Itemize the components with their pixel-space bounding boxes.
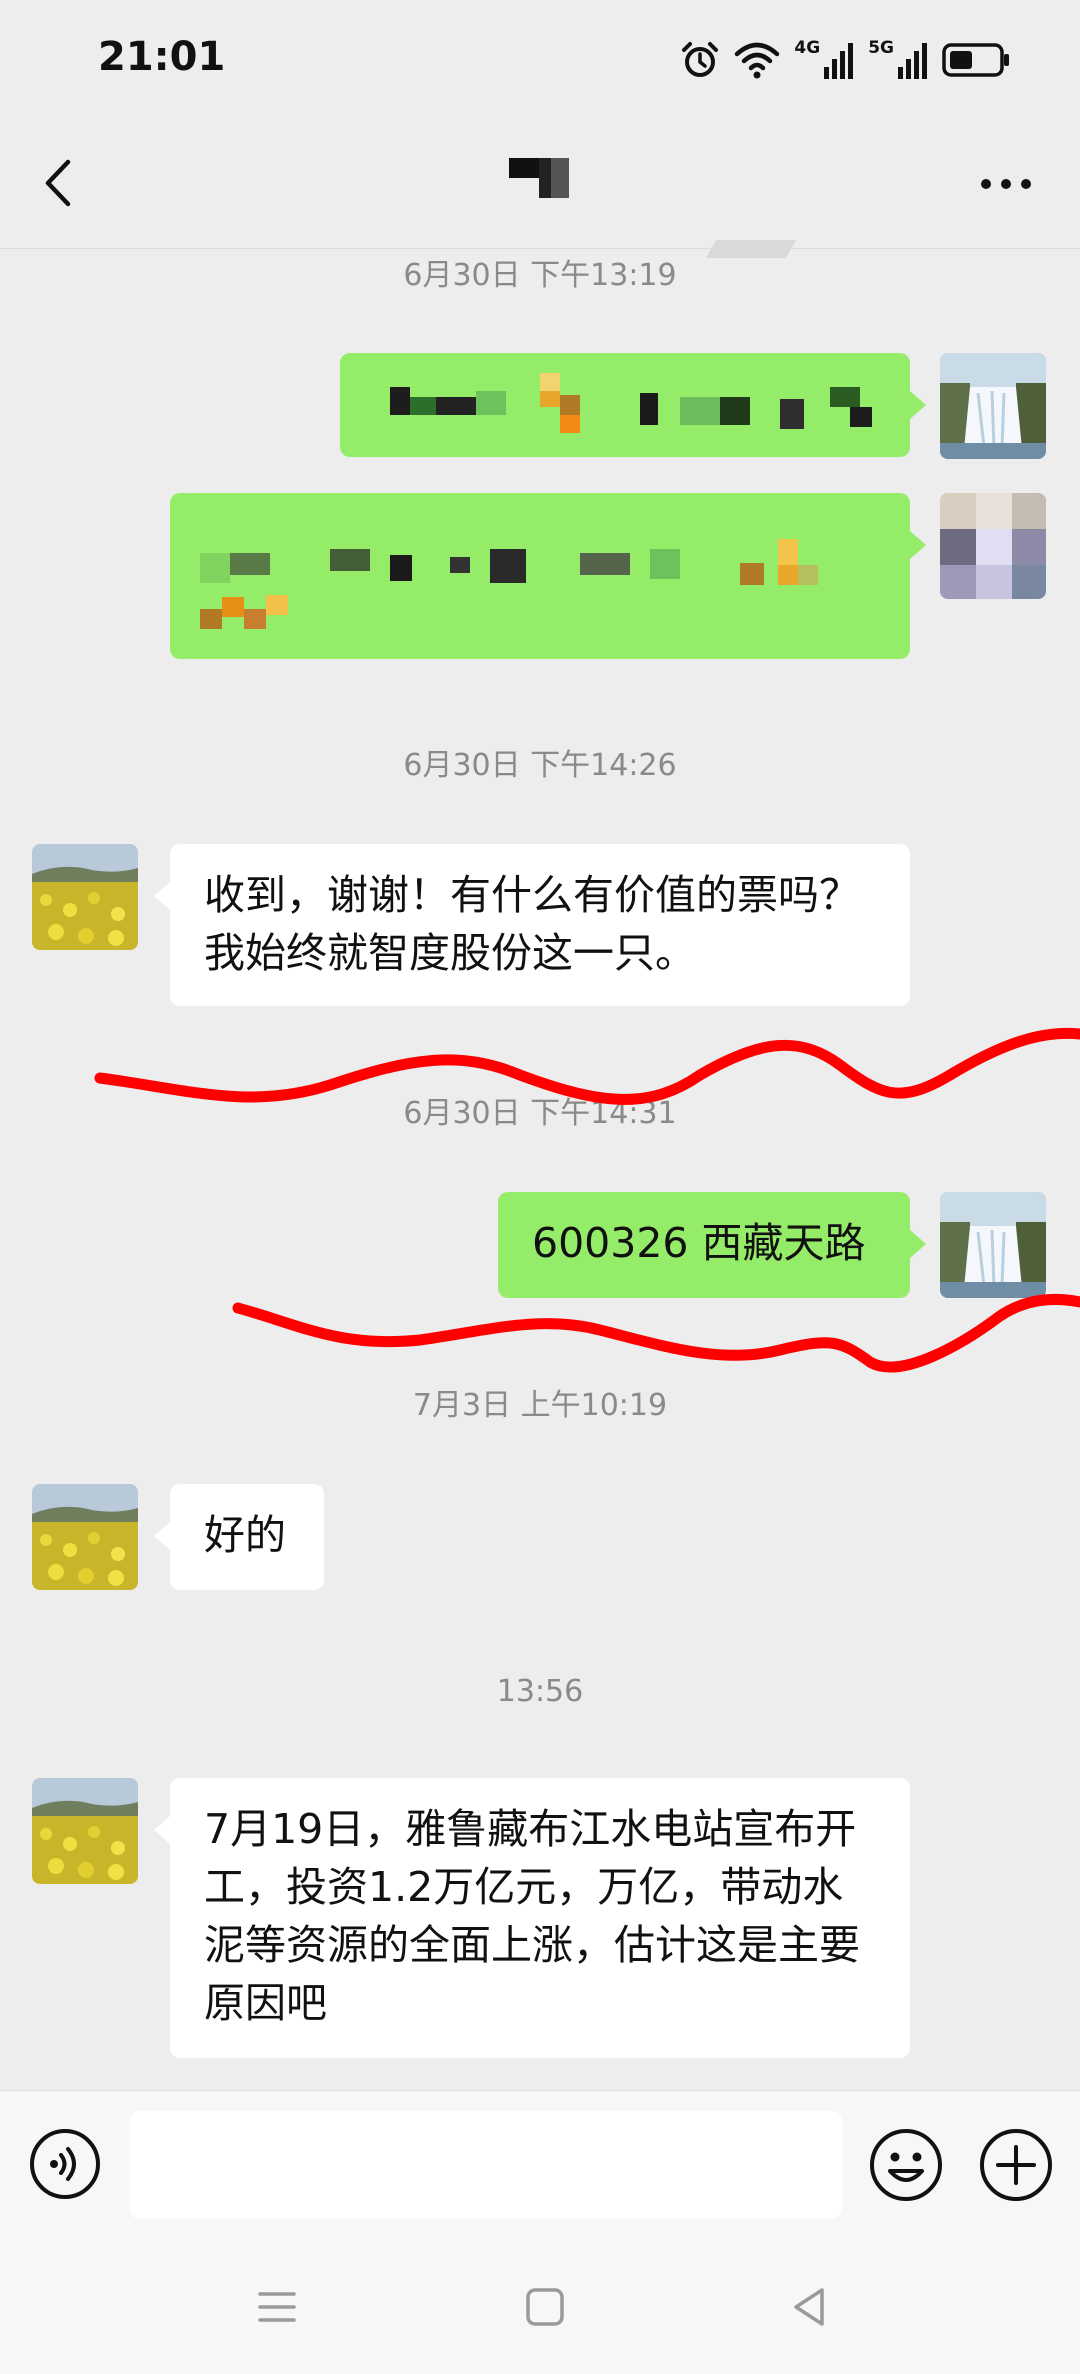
signal-5g-icon bbox=[898, 41, 928, 79]
bubble-tail bbox=[154, 882, 170, 910]
flower-field-avatar-image bbox=[32, 1484, 138, 1590]
status-bar: 21:01 4G 5G bbox=[0, 0, 1080, 120]
my-avatar[interactable] bbox=[940, 1192, 1046, 1298]
bubble-tail bbox=[154, 1816, 170, 1844]
message-time: 6月30日 下午14:26 bbox=[403, 748, 677, 783]
message-text: 好的 bbox=[204, 1511, 286, 1559]
emoji-icon bbox=[870, 2129, 942, 2201]
home-button[interactable] bbox=[524, 2286, 566, 2332]
message-time: 7月3日 上午10:19 bbox=[412, 1388, 668, 1423]
bubble-tail bbox=[910, 391, 926, 419]
outgoing-message-bubble[interactable] bbox=[340, 353, 910, 457]
outgoing-message-bubble[interactable]: 600326 西藏天路 bbox=[498, 1192, 910, 1298]
signal-4g-icon bbox=[824, 41, 854, 79]
red-annotation-line-lower bbox=[232, 1293, 1080, 1373]
battery-icon bbox=[942, 42, 1010, 78]
incoming-message-bubble[interactable]: 好的 bbox=[170, 1484, 324, 1590]
bubble-tail bbox=[910, 531, 926, 559]
incoming-message-bubble[interactable]: 7月19日，雅鲁藏布江水电站宣布开工，投资1.2万亿元，万亿，带动水泥等资源的全… bbox=[170, 1778, 910, 2058]
home-square-icon bbox=[526, 2288, 564, 2326]
bubble-tail bbox=[910, 1230, 926, 1258]
voice-icon bbox=[30, 2129, 100, 2199]
voice-button[interactable] bbox=[28, 2127, 102, 2201]
status-icons: 4G 5G bbox=[680, 36, 1010, 84]
contact-avatar[interactable] bbox=[32, 1778, 138, 1884]
chevron-left-icon bbox=[45, 159, 71, 207]
system-navigation-bar bbox=[0, 2240, 1080, 2374]
mosaic-obscured-text bbox=[200, 539, 818, 629]
message-text: 收到，谢谢！有什么有价值的票吗？我始终就智度股份这一只。 bbox=[204, 871, 860, 977]
back-button[interactable] bbox=[34, 158, 84, 208]
back-triangle-icon bbox=[794, 2288, 824, 2326]
message-text: 600326 西藏天路 bbox=[532, 1219, 866, 1267]
input-bar bbox=[0, 2090, 1080, 2241]
recent-apps-button[interactable] bbox=[256, 2286, 298, 2332]
system-back-button[interactable] bbox=[788, 2286, 830, 2332]
message-time: 13:56 bbox=[496, 1674, 584, 1709]
more-button[interactable] bbox=[976, 172, 1036, 196]
message-time: 6月30日 下午13:19 bbox=[403, 258, 677, 293]
waterfall-avatar-image bbox=[940, 1192, 1046, 1298]
bubble-tail bbox=[154, 1522, 170, 1550]
waterfall-avatar-image bbox=[940, 353, 1046, 459]
more-dots-icon bbox=[981, 179, 1031, 189]
network-4g-label: 4G bbox=[794, 38, 821, 58]
menu-lines-icon bbox=[258, 2292, 296, 2322]
plus-icon bbox=[980, 2129, 1052, 2201]
plus-button[interactable] bbox=[978, 2127, 1054, 2203]
contact-avatar[interactable] bbox=[32, 1484, 138, 1590]
outgoing-message-bubble[interactable] bbox=[170, 493, 910, 659]
my-avatar[interactable] bbox=[940, 493, 1046, 599]
flower-field-avatar-image bbox=[32, 1778, 138, 1884]
contact-name-obscured bbox=[509, 158, 569, 198]
alarm-icon bbox=[680, 40, 720, 80]
message-text: 7月19日，雅鲁藏布江水电站宣布开工，投资1.2万亿元，万亿，带动水泥等资源的全… bbox=[204, 1805, 860, 2027]
mosaic-obscured-text bbox=[390, 373, 872, 433]
waterfall-avatar-image bbox=[940, 493, 1046, 599]
wifi-icon bbox=[734, 40, 780, 80]
incoming-message-bubble[interactable]: 收到，谢谢！有什么有价值的票吗？我始终就智度股份这一只。 bbox=[170, 844, 910, 1006]
network-5g-label: 5G bbox=[868, 38, 894, 58]
message-time: 6月30日 下午14:31 bbox=[403, 1096, 677, 1131]
status-time: 21:01 bbox=[98, 34, 226, 80]
my-avatar[interactable] bbox=[940, 353, 1046, 459]
message-input[interactable] bbox=[130, 2111, 842, 2219]
mosaic-fragment bbox=[706, 240, 796, 258]
emoji-button[interactable] bbox=[868, 2127, 944, 2203]
flower-field-avatar-image bbox=[32, 844, 138, 950]
contact-avatar[interactable] bbox=[32, 844, 138, 950]
